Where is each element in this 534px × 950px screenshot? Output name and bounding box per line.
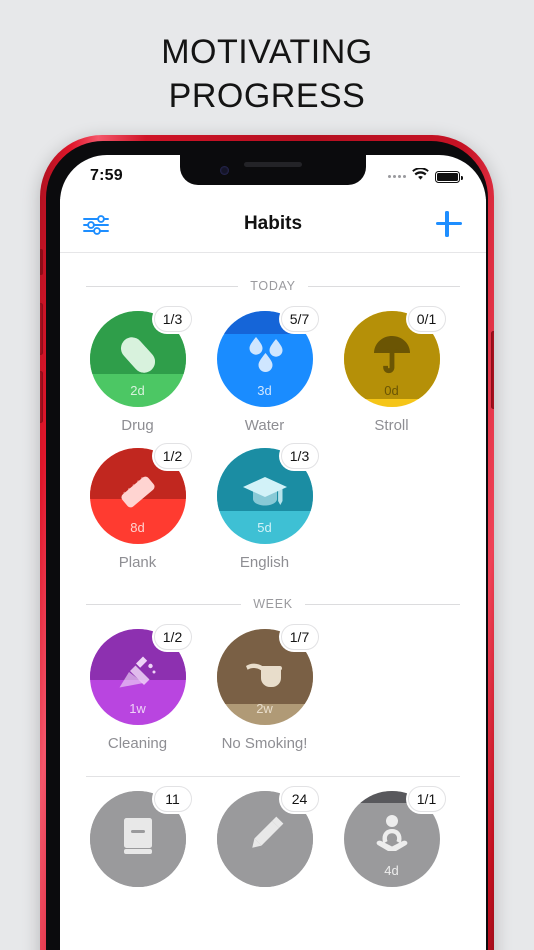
habit-progress-ring[interactable]: 2d 1/3 bbox=[89, 306, 192, 407]
habit-row: 8d 1/2 Plank 5d 1/3 English bbox=[60, 443, 486, 571]
habit-label: No Smoking! bbox=[221, 735, 308, 752]
habit-cell-no-smoking[interactable]: 2w 1/7 No Smoking! bbox=[201, 624, 328, 752]
habit-progress-ring[interactable]: 24 bbox=[216, 786, 319, 887]
habit-progress-ring[interactable]: 5d 1/3 bbox=[216, 443, 319, 544]
habit-progress-badge[interactable]: 1/1 bbox=[407, 786, 446, 812]
habit-label: Cleaning bbox=[107, 735, 168, 752]
habit-streak-count: 2w bbox=[256, 701, 273, 716]
habit-label: English bbox=[239, 554, 290, 571]
status-bar-time: 7:59 bbox=[90, 167, 123, 184]
section-header-today: TODAY bbox=[60, 275, 486, 297]
volume-down-button[interactable] bbox=[40, 371, 43, 423]
habit-progress-badge[interactable]: 11 bbox=[153, 786, 192, 812]
wifi-icon bbox=[412, 167, 429, 186]
habit-row: 1w 1/2 Cleaning 2w 1/7 No Smoking! bbox=[60, 624, 486, 752]
headline-line-2: PROGRESS bbox=[168, 77, 366, 115]
habit-cell[interactable]: 4d 1/1 bbox=[328, 786, 455, 887]
section-label: WEEK bbox=[253, 597, 293, 611]
habit-label: Stroll bbox=[374, 417, 409, 434]
silent-switch[interactable] bbox=[40, 249, 43, 275]
battery-full-icon bbox=[435, 171, 463, 183]
broom-icon bbox=[112, 647, 164, 699]
phone-frame: 7:59 Habits TODAY 2d 1/3 Drug 3d 5/7 Wat… bbox=[40, 135, 494, 950]
plus-icon[interactable] bbox=[434, 209, 464, 239]
section-rule-left bbox=[86, 285, 239, 287]
nav-title: Habits bbox=[243, 213, 303, 234]
habit-progress-ring[interactable]: 2w 1/7 bbox=[216, 624, 319, 725]
book-icon bbox=[112, 809, 164, 861]
volume-up-button[interactable] bbox=[40, 303, 43, 355]
habit-cell[interactable]: 11 bbox=[74, 786, 201, 887]
water-drops-icon bbox=[239, 329, 291, 381]
habit-cell-cleaning[interactable]: 1w 1/2 Cleaning bbox=[74, 624, 201, 752]
ruler-icon bbox=[112, 466, 164, 518]
habit-progress-badge[interactable]: 1/3 bbox=[280, 443, 319, 469]
habit-progress-ring[interactable]: 11 bbox=[89, 786, 192, 887]
habit-progress-ring[interactable]: 4d 1/1 bbox=[343, 786, 446, 887]
habit-progress-ring[interactable]: 3d 5/7 bbox=[216, 306, 319, 407]
phone-screen: 7:59 Habits TODAY 2d 1/3 Drug 3d 5/7 Wat… bbox=[60, 155, 486, 950]
habit-streak-count: 5d bbox=[257, 520, 272, 535]
habit-progress-ring[interactable]: 0d 0/1 bbox=[343, 306, 446, 407]
habit-progress-ring[interactable]: 8d 1/2 bbox=[89, 443, 192, 544]
habit-streak-count: 2d bbox=[130, 383, 145, 398]
status-bar-indicators bbox=[388, 167, 463, 186]
habit-progress-badge[interactable]: 5/7 bbox=[280, 306, 319, 332]
habit-cell-water[interactable]: 3d 5/7 Water bbox=[201, 306, 328, 434]
meditate-icon bbox=[366, 809, 418, 861]
habit-label: Water bbox=[244, 417, 285, 434]
habit-streak-count: 8d bbox=[130, 520, 145, 535]
pencil-icon bbox=[239, 809, 291, 861]
habit-streak-count: 3d bbox=[257, 383, 272, 398]
habit-progress-ring[interactable]: 1w 1/2 bbox=[89, 624, 192, 725]
section-label: TODAY bbox=[250, 279, 296, 293]
habit-streak-count: 4d bbox=[384, 863, 399, 878]
umbrella-icon bbox=[366, 329, 418, 381]
habit-progress-badge[interactable]: 1/3 bbox=[153, 306, 192, 332]
section-header-week: WEEK bbox=[60, 593, 486, 615]
habit-progress-badge[interactable]: 24 bbox=[280, 786, 319, 812]
habit-streak-count: 1w bbox=[129, 701, 146, 716]
section-rule-right bbox=[304, 603, 460, 605]
habit-cell[interactable]: 24 bbox=[201, 786, 328, 887]
section-divider bbox=[86, 776, 460, 777]
habit-cell-english[interactable]: 5d 1/3 English bbox=[201, 443, 328, 571]
habit-progress-badge[interactable]: 1/2 bbox=[153, 624, 192, 650]
habit-row: 11 24 4d 1/1 bbox=[60, 786, 486, 887]
phone-bezel: 7:59 Habits TODAY 2d 1/3 Drug 3d 5/7 Wat… bbox=[46, 141, 488, 950]
front-camera-icon bbox=[220, 166, 229, 175]
nav-bar: Habits bbox=[60, 199, 486, 253]
habit-streak-count: 0d bbox=[384, 383, 399, 398]
earpiece-speaker-icon bbox=[244, 162, 302, 167]
graduation-cap-icon bbox=[239, 466, 291, 518]
section-rule-right bbox=[307, 285, 461, 287]
notch bbox=[180, 155, 366, 185]
habit-label: Plank bbox=[118, 554, 157, 571]
habit-progress-badge[interactable]: 1/2 bbox=[153, 443, 192, 469]
headline-line-1: MOTIVATING bbox=[161, 33, 373, 71]
pipe-icon bbox=[239, 647, 291, 699]
habit-label: Drug bbox=[121, 417, 154, 434]
pill-icon bbox=[112, 329, 164, 381]
habits-list[interactable]: TODAY 2d 1/3 Drug 3d 5/7 Water 0d 0/1 Stroll bbox=[60, 253, 486, 950]
page-title: MOTIVATING PROGRESS bbox=[0, 30, 534, 118]
habit-progress-badge[interactable]: 0/1 bbox=[407, 306, 446, 332]
screenshot-root: MOTIVATING PROGRESS 7:59 Habits TODAY 2d… bbox=[0, 0, 534, 950]
habit-cell-drug[interactable]: 2d 1/3 Drug bbox=[74, 306, 201, 434]
section-rule-left bbox=[86, 603, 242, 605]
power-button[interactable] bbox=[491, 331, 494, 409]
habit-cell-stroll[interactable]: 0d 0/1 Stroll bbox=[328, 306, 455, 434]
habit-row: 2d 1/3 Drug 3d 5/7 Water 0d 0/1 Stroll bbox=[60, 306, 486, 434]
cellular-dots-icon bbox=[388, 174, 406, 180]
habit-progress-badge[interactable]: 1/7 bbox=[280, 624, 319, 650]
habit-cell-plank[interactable]: 8d 1/2 Plank bbox=[74, 443, 201, 571]
